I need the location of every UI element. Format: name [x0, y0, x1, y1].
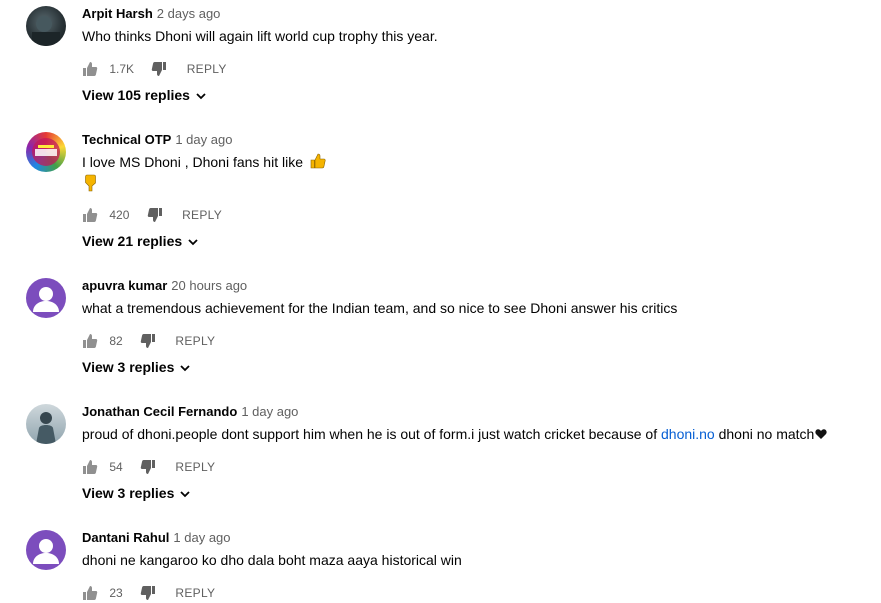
- comment-text: dhoni ne kangaroo ko dho dala boht maza …: [82, 552, 462, 568]
- reply-button[interactable]: REPLY: [182, 205, 222, 225]
- thumbs-down-icon[interactable]: [151, 61, 167, 77]
- like-count: 1.7K: [109, 61, 135, 76]
- comment-time[interactable]: 1 day ago: [175, 132, 232, 147]
- channel-logo-icon: [32, 138, 60, 166]
- author-name[interactable]: apuvra kumar: [82, 278, 167, 293]
- avatar-photo-icon: [32, 16, 60, 46]
- comment-time[interactable]: 1 day ago: [241, 404, 298, 419]
- comment-actions: 54 REPLY: [82, 456, 215, 476]
- comment-time[interactable]: 20 hours ago: [171, 278, 247, 293]
- view-replies-label: View 21 replies: [82, 233, 183, 249]
- view-replies-button[interactable]: View 21 replies: [82, 231, 200, 251]
- author-name[interactable]: Technical OTP: [82, 132, 171, 147]
- comment-header: Technical OTP 1 day ago: [82, 132, 232, 148]
- default-user-icon: [33, 539, 59, 564]
- avatar[interactable]: [26, 132, 66, 172]
- thumbs-up-icon[interactable]: [82, 459, 98, 475]
- comment-text: I love MS Dhoni , Dhoni fans hit like: [82, 152, 326, 172]
- comment-header: Arpit Harsh 2 days ago: [82, 6, 220, 22]
- chevron-down-icon: [180, 491, 190, 498]
- comment-text: Who thinks Dhoni will again lift world c…: [82, 28, 438, 44]
- avatar[interactable]: [26, 6, 66, 46]
- comment-header: Dantani Rahul 1 day ago: [82, 530, 231, 546]
- view-replies-button[interactable]: View 3 replies: [82, 357, 192, 377]
- like-count: 23: [109, 585, 123, 600]
- black-heart-icon: [815, 429, 827, 439]
- thumbs-up-icon[interactable]: [82, 585, 98, 601]
- avatar[interactable]: [26, 278, 66, 318]
- thumbs-up-icon[interactable]: [82, 61, 98, 77]
- like-count: 54: [109, 459, 123, 474]
- view-replies-label: View 3 replies: [82, 359, 175, 375]
- avatar[interactable]: [26, 404, 66, 444]
- reply-button[interactable]: REPLY: [175, 583, 215, 603]
- thumbs-up-icon[interactable]: [82, 333, 98, 349]
- emoji-line: [82, 174, 98, 195]
- comment-text-content: proud of dhoni.people dont support him w…: [82, 426, 661, 442]
- person-photo-icon: [36, 412, 56, 444]
- view-replies-label: View 3 replies: [82, 485, 175, 501]
- thumbs-down-icon[interactable]: [147, 207, 163, 223]
- avatar[interactable]: [26, 530, 66, 570]
- comment-actions: 23 REPLY: [82, 582, 215, 602]
- comment-actions: 82 REPLY: [82, 330, 215, 350]
- thumbs-down-icon[interactable]: [140, 333, 156, 349]
- comment-header: apuvra kumar 20 hours ago: [82, 278, 247, 294]
- author-name[interactable]: Arpit Harsh: [82, 6, 153, 21]
- comment-text-content: I love MS Dhoni , Dhoni fans hit like: [82, 154, 303, 170]
- author-name[interactable]: Jonathan Cecil Fernando: [82, 404, 237, 419]
- view-replies-label: View 105 replies: [82, 87, 190, 103]
- like-count: 82: [109, 333, 123, 348]
- default-user-icon: [33, 287, 59, 312]
- comment-actions: 420 REPLY: [82, 204, 222, 224]
- chevron-down-icon: [188, 239, 198, 246]
- author-name[interactable]: Dantani Rahul: [82, 530, 169, 545]
- comment-header: Jonathan Cecil Fernando 1 day ago: [82, 404, 298, 420]
- comment-link[interactable]: dhoni.no: [661, 426, 715, 442]
- reply-button[interactable]: REPLY: [175, 331, 215, 351]
- reply-button[interactable]: REPLY: [175, 457, 215, 477]
- view-replies-button[interactable]: View 3 replies: [82, 483, 192, 503]
- comment-text-content: dhoni no match: [714, 426, 815, 442]
- reply-button[interactable]: REPLY: [187, 59, 227, 79]
- thumbs-up-emoji-icon: [310, 153, 326, 169]
- comment-text: what a tremendous achievement for the In…: [82, 300, 678, 316]
- comment-time[interactable]: 2 days ago: [157, 6, 221, 21]
- comment-actions: 1.7K REPLY: [82, 58, 227, 78]
- thumbs-down-icon[interactable]: [140, 459, 156, 475]
- comment-text: proud of dhoni.people dont support him w…: [82, 424, 827, 444]
- thumbs-down-icon[interactable]: [140, 585, 156, 601]
- pointing-down-emoji-icon: [85, 174, 96, 192]
- like-count: 420: [109, 207, 130, 222]
- view-replies-button[interactable]: View 105 replies: [82, 85, 208, 105]
- thumbs-up-icon[interactable]: [82, 207, 98, 223]
- chevron-down-icon: [180, 365, 190, 372]
- chevron-down-icon: [196, 93, 206, 100]
- comment-time[interactable]: 1 day ago: [173, 530, 230, 545]
